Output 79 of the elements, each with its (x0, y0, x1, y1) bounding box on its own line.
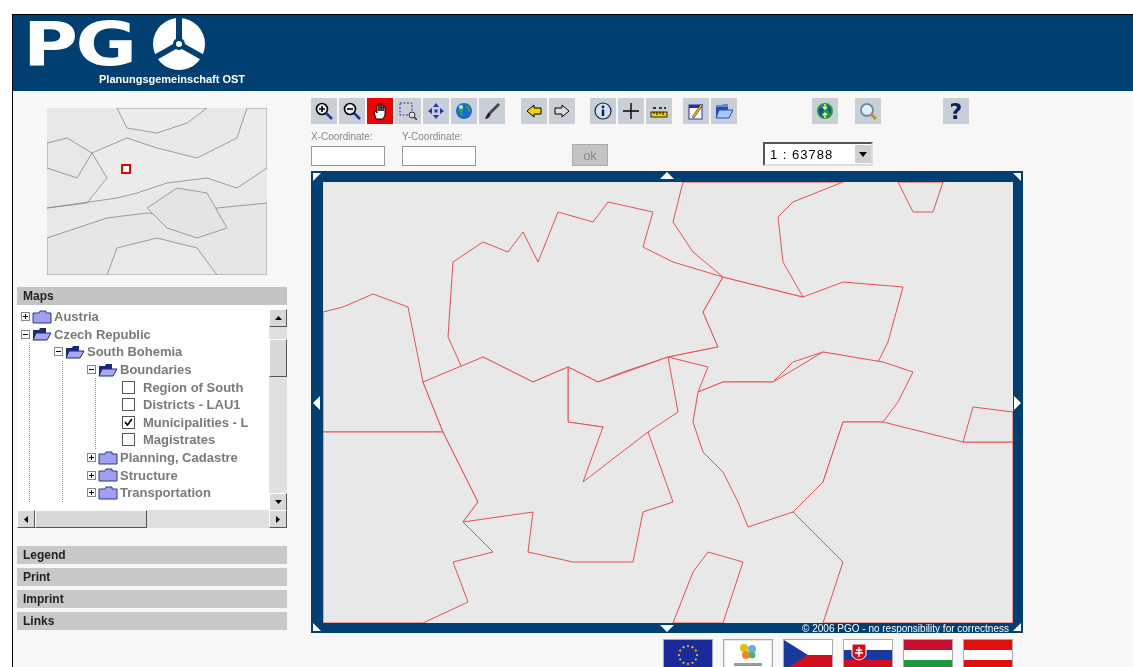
brush-icon (483, 102, 501, 120)
tool-button[interactable] (646, 98, 672, 124)
scale-dropdown[interactable]: 1 : 63788 (763, 142, 873, 166)
folder-icon (32, 309, 52, 324)
open-folder-icon (32, 327, 52, 342)
tree-item[interactable]: Czech Republic (54, 326, 151, 342)
open-folder-icon (65, 345, 85, 359)
open-folder-icon (98, 362, 118, 377)
tree-item[interactable]: Transportation (120, 485, 211, 501)
input-field[interactable] (311, 146, 385, 166)
checkbox[interactable] (122, 380, 135, 394)
layer-label: Region of South (143, 379, 244, 395)
zoom-in-icon (315, 102, 333, 120)
tool-button[interactable] (521, 98, 547, 124)
panel-header[interactable]: Print (17, 568, 287, 586)
tool-button[interactable] (618, 98, 644, 124)
folder-icon (98, 468, 118, 483)
checkbox[interactable] (122, 415, 135, 429)
tree-item[interactable]: Planning, Cadastre (120, 450, 238, 466)
checkbox[interactable] (122, 398, 135, 412)
input-field[interactable] (402, 146, 476, 166)
vertical-scrollbar[interactable] (269, 309, 287, 511)
corner-icon[interactable] (1013, 623, 1021, 631)
horizontal-scrollbar[interactable] (17, 510, 287, 528)
tool-button[interactable] (549, 98, 575, 124)
panel-header[interactable]: Imprint (17, 590, 287, 608)
scroll-thumb[interactable] (269, 339, 287, 377)
arrow-up-icon (274, 316, 282, 320)
arrows-icon (427, 102, 445, 120)
panel-header[interactable]: Legend (17, 546, 287, 564)
magnifier-icon (859, 102, 877, 120)
arrow-left-icon (525, 102, 543, 120)
layer-label: Districts - LAU1 (143, 397, 241, 413)
arrow-right-icon (553, 102, 571, 120)
panel-header[interactable]: Maps (17, 287, 287, 305)
info-icon (594, 102, 612, 120)
layer-label: Municipalities - L (143, 414, 249, 430)
notepad-icon (687, 102, 705, 120)
open-folder-icon (715, 102, 733, 120)
layer-label: Magistrates (143, 432, 216, 448)
checkbox[interactable] (122, 433, 135, 447)
arrow-right-icon (276, 515, 280, 523)
tool-button[interactable] (590, 98, 616, 124)
globe-icon (455, 102, 473, 120)
field-label: X-Coordinate: (311, 131, 374, 142)
help-button[interactable]: ? (943, 98, 969, 124)
logo-subtitle: Planungsgemeinschaft OST (99, 73, 246, 85)
crosshair-icon (622, 102, 640, 120)
arrow-left-icon (24, 515, 28, 523)
zoom-box-icon (399, 102, 417, 120)
copyright-text: © 2006 PGO - no responsibility for correctness (802, 623, 1009, 634)
field-label: Y-Coordinate: (402, 131, 464, 142)
tool-button[interactable] (339, 98, 365, 124)
corner-icon[interactable] (1013, 173, 1021, 181)
hand-icon (371, 102, 389, 120)
caret-icon (859, 151, 867, 157)
nav-left-icon[interactable] (313, 396, 320, 410)
scroll-thumb[interactable] (35, 510, 147, 528)
flag-icon (664, 640, 712, 667)
globe-icon (816, 102, 834, 120)
folder-icon (98, 450, 118, 465)
nav-down-icon[interactable] (660, 625, 674, 632)
tree-item[interactable]: Boundaries (120, 362, 192, 378)
tree-item[interactable]: South Bohemia (87, 344, 183, 360)
tool-button[interactable] (423, 98, 449, 124)
corner-icon[interactable] (313, 173, 321, 181)
folder-icon (98, 485, 118, 500)
corner-icon[interactable] (313, 623, 321, 631)
tool-button[interactable] (311, 98, 337, 124)
arrow-down-icon (274, 500, 282, 504)
tree-item[interactable]: Structure (120, 467, 178, 483)
panel-header[interactable]: Links (17, 612, 287, 630)
tool-button[interactable] (367, 98, 393, 124)
tool-button[interactable] (683, 98, 709, 124)
nav-up-icon[interactable] (660, 172, 674, 179)
tree-item[interactable]: Austria (54, 309, 99, 325)
tool-button[interactable] (479, 98, 505, 124)
logo-text: PG (23, 18, 135, 70)
zoom-out-icon (343, 102, 361, 120)
